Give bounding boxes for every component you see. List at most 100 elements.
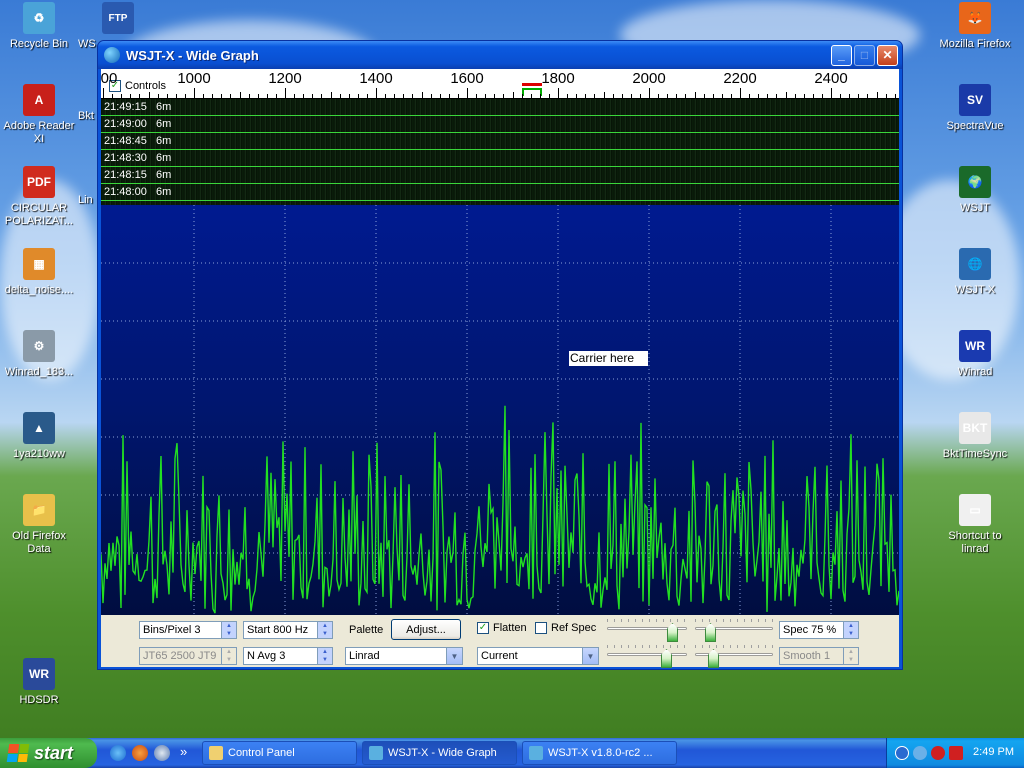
- controls-checkbox[interactable]: ✓ Controls: [109, 80, 166, 92]
- title-bar[interactable]: WSJT-X - Wide Graph _ □ ✕: [98, 41, 902, 69]
- frequency-tick: [103, 88, 104, 98]
- minimize-button[interactable]: _: [831, 44, 852, 66]
- spectrum-type-select[interactable]: Current ▼: [477, 647, 599, 665]
- n-avg-spinbox[interactable]: N Avg 3 ▲ ▼: [243, 647, 333, 665]
- frequency-scale[interactable]: ✓ Controls 00 1000 1200 1400 1600 1800 2000 220…: [101, 69, 899, 99]
- desktop-icon[interactable]: ▲ 1ya210ww: [0, 412, 78, 461]
- show-desktop-icon[interactable]: [154, 745, 170, 761]
- spec-zero-slider[interactable]: [695, 653, 773, 656]
- volume-icon[interactable]: [913, 746, 927, 760]
- frequency-tick: [285, 88, 286, 98]
- carrier-annotation: Carrier here: [569, 351, 649, 366]
- frequency-tick: [275, 94, 277, 98]
- taskbar-button[interactable]: WSJT-X - Wide Graph: [362, 741, 517, 765]
- zero-slider-thumb[interactable]: [705, 623, 716, 642]
- spin-arrows-icon[interactable]: ▲ ▼: [317, 648, 332, 664]
- shortcut-icon: BKT: [959, 412, 991, 444]
- frequency-tick: [649, 88, 650, 98]
- desktop-icon[interactable]: ▦ delta_noise....: [0, 248, 78, 297]
- taskbar-button[interactable]: Control Panel: [202, 741, 357, 765]
- frequency-tick: [476, 94, 478, 98]
- internet-explorer-icon[interactable]: [110, 745, 126, 761]
- frequency-tick: [403, 94, 405, 98]
- spectrum-type-value: Current: [481, 650, 518, 662]
- spin-arrows-icon[interactable]: ▲ ▼: [221, 622, 236, 638]
- spin-arrows-icon[interactable]: ▲ ▼: [843, 648, 858, 664]
- spin-arrows-icon[interactable]: ▲ ▼: [843, 622, 858, 638]
- frequency-tick: [130, 94, 132, 98]
- desktop-icon[interactable]: BKT BktTimeSync: [936, 412, 1014, 461]
- desktop-icon[interactable]: 🦊 Mozilla Firefox: [936, 2, 1014, 51]
- waterfall-timestamp: 21:48:15 6m: [104, 169, 172, 181]
- desktop-icon[interactable]: 🌐 WSJT-X: [936, 248, 1014, 297]
- bins-per-pixel-spinbox[interactable]: Bins/Pixel 3 ▲ ▼: [139, 621, 237, 639]
- frequency-tick: [175, 94, 177, 98]
- jt65-jt9-value: JT65 2500 JT9: [143, 650, 217, 662]
- waterfall-display[interactable]: 21:49:15 6m 21:49:00 6m 21:48:45 6m 21:48:3…: [101, 99, 899, 205]
- frequency-tick: [530, 94, 532, 98]
- frequency-tick: [303, 94, 305, 98]
- flatten-check-icon[interactable]: ✓: [477, 622, 489, 634]
- wsjtx-app-icon: [104, 47, 120, 63]
- desktop-icon[interactable]: 🌍 WSJT: [936, 166, 1014, 215]
- shortcut-icon: 📁: [23, 494, 55, 526]
- smooth-spinbox[interactable]: Smooth 1 ▲ ▼: [779, 647, 859, 665]
- quicklaunch-chevron-icon[interactable]: »: [180, 744, 187, 759]
- ref-spec-checkbox[interactable]: Ref Spec: [535, 622, 596, 634]
- spectrum-trace: [101, 405, 899, 614]
- frequency-tick-label: 00: [100, 70, 118, 87]
- spin-arrows-icon[interactable]: ▲ ▼: [317, 622, 332, 638]
- frequency-tick: [521, 94, 523, 98]
- frequency-tick: [330, 92, 332, 98]
- maximize-button[interactable]: □: [854, 44, 875, 66]
- desktop-icon[interactable]: SV SpectraVue: [936, 84, 1014, 133]
- close-button[interactable]: ✕: [877, 44, 898, 66]
- taskbar-button[interactable]: WSJT-X v1.8.0-rc2 ...: [522, 741, 677, 765]
- desktop-icon[interactable]: WR Winrad: [936, 330, 1014, 379]
- spectrum-display[interactable]: Carrier here: [101, 205, 899, 615]
- back-arrow-icon[interactable]: [895, 746, 909, 760]
- controls-panel: Bins/Pixel 3 ▲ ▼ Start 800 Hz ▲ ▼ JT65 250…: [101, 615, 899, 668]
- desktop-icon[interactable]: ♻ Recycle Bin: [0, 2, 78, 51]
- desktop-icon-label: WSJT: [960, 202, 990, 214]
- gain-slider-thumb[interactable]: [667, 623, 678, 642]
- start-button[interactable]: start: [0, 738, 97, 768]
- waterfall-row: 21:48:15 6m: [101, 167, 899, 184]
- desktop-icon[interactable]: ▭ Shortcut to linrad: [936, 494, 1014, 556]
- chevron-down-icon[interactable]: ▼: [582, 648, 598, 664]
- spec-gain-slider[interactable]: [607, 653, 687, 656]
- desktop-icon[interactable]: A Adobe Reader XI: [0, 84, 78, 146]
- desktop-icon-label: Shortcut to linrad: [948, 530, 1002, 555]
- network-icon[interactable]: [949, 746, 963, 760]
- palette-select[interactable]: Linrad ▼: [345, 647, 463, 665]
- chevron-down-icon[interactable]: ▼: [446, 648, 462, 664]
- spec-percent-spinbox[interactable]: Spec 75 % ▲ ▼: [779, 621, 859, 639]
- desktop-icon[interactable]: WR HDSDR: [0, 658, 78, 707]
- frequency-tick: [667, 94, 669, 98]
- desktop-icon[interactable]: PDF CIRCULAR POLARIZAT...: [0, 166, 78, 228]
- waterfall-row: 21:48:45 6m: [101, 133, 899, 150]
- start-frequency-spinbox[interactable]: Start 800 Hz ▲ ▼: [243, 621, 333, 639]
- jt65-jt9-spinbox[interactable]: JT65 2500 JT9 ▲ ▼: [139, 647, 237, 665]
- desktop-icon[interactable]: 📁 Old Firefox Data: [0, 494, 78, 556]
- spec-zero-slider-thumb[interactable]: [708, 649, 719, 668]
- frequency-tick: [767, 94, 769, 98]
- firefox-icon[interactable]: [132, 745, 148, 761]
- frequency-tick: [494, 94, 496, 98]
- frequency-tick: [421, 92, 423, 98]
- security-alert-icon[interactable]: [931, 746, 945, 760]
- flatten-checkbox[interactable]: ✓ Flatten: [477, 622, 527, 634]
- frequency-tick-label: 2400: [814, 70, 848, 87]
- flatten-label: Flatten: [493, 622, 527, 634]
- shortcut-icon: ▲: [23, 412, 55, 444]
- ref-spec-check-icon[interactable]: [535, 622, 547, 634]
- frequency-tick: [594, 94, 596, 98]
- desktop-icon[interactable]: ⚙ Winrad_183...: [0, 330, 78, 379]
- frequency-tick: [503, 94, 505, 98]
- shortcut-icon: WR: [959, 330, 991, 362]
- adjust-button[interactable]: Adjust...: [391, 619, 461, 640]
- taskbar-button-label: WSJT-X - Wide Graph: [388, 747, 497, 759]
- spec-gain-slider-thumb[interactable]: [661, 649, 672, 668]
- spin-arrows-icon[interactable]: ▲ ▼: [221, 648, 236, 664]
- frequency-tick: [112, 94, 114, 98]
